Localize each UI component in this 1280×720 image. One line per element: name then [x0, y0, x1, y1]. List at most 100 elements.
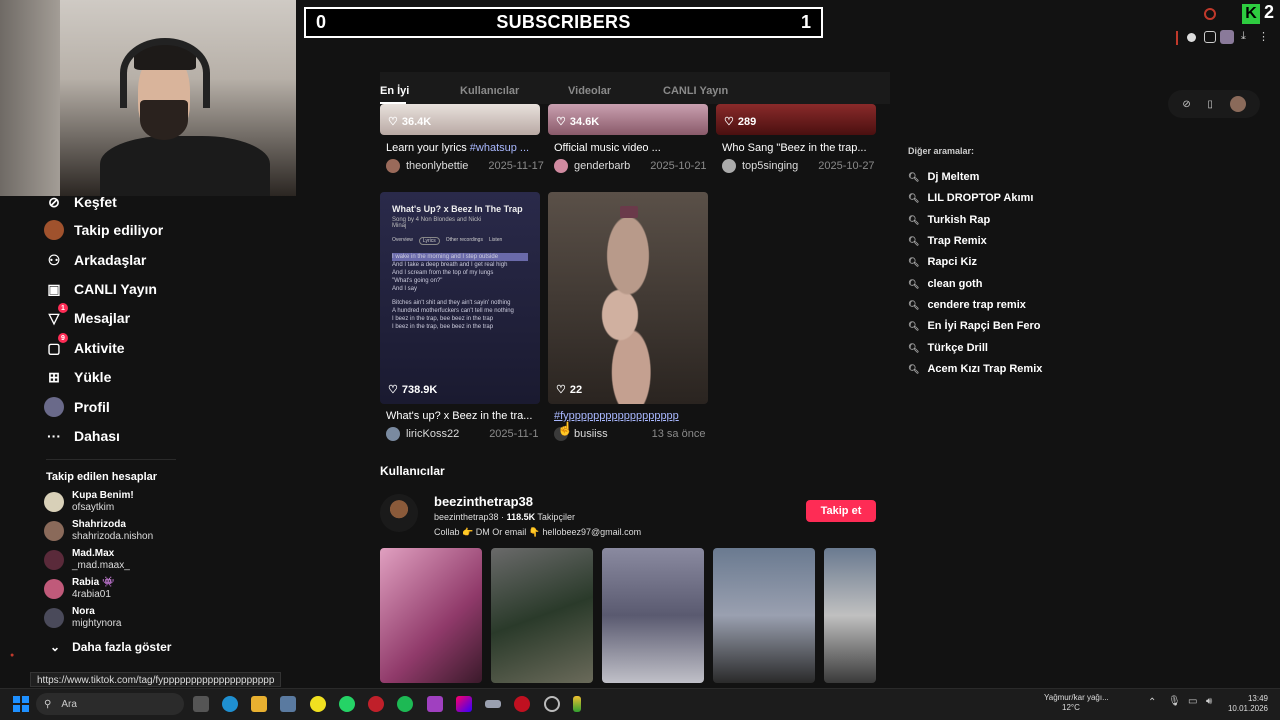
opera-icon[interactable] — [514, 696, 530, 712]
other-search-item[interactable]: 🔍︎ En İyi Rapçi Ben Fero — [908, 320, 1041, 332]
app-icon[interactable] — [427, 696, 443, 712]
lyric-line: And I scream from the top of my lungs — [392, 270, 494, 276]
user-video-thumbnail[interactable] — [824, 548, 876, 683]
sidebar-item-live[interactable]: ▣ CANLI Yayın — [44, 279, 157, 299]
video-meta[interactable]: theonlybettie 2025-11-17 — [386, 159, 544, 173]
video-card[interactable]: ♡ 36.4K Learn your lyrics #whatsup ... th… — [380, 104, 544, 176]
sidebar-item-messages[interactable]: ▽ 1 Mesajlar — [44, 303, 130, 328]
other-searches-heading: Diğer aramalar: — [908, 146, 975, 156]
whatsapp-icon[interactable] — [339, 696, 355, 712]
like-count: ♡ 34.6K — [556, 115, 600, 129]
following-account[interactable]: Shahrizoda shahrizoda.nishon — [44, 519, 153, 543]
other-search-item[interactable]: 🔍︎ Dj Meltem — [908, 171, 979, 183]
other-search-item[interactable]: 🔍︎ Rapci Kiz — [908, 256, 977, 268]
user-video-thumbnail[interactable] — [602, 548, 704, 683]
video-caption[interactable]: #fypppppppppppppppppp — [554, 410, 708, 422]
sidebar-item-upload[interactable]: ⊞ Yükle — [44, 367, 111, 387]
video-meta[interactable]: busiiss 13 sa önce — [554, 427, 705, 441]
microphone-icon[interactable]: 🎙︎ — [1168, 696, 1181, 707]
avatar[interactable] — [380, 494, 418, 532]
sidebar-item-friends[interactable]: ⚇ Arkadaşlar — [44, 250, 147, 270]
tray-chevron-icon[interactable]: ⌃ — [1148, 697, 1156, 708]
compass-icon[interactable]: ⊘ — [1182, 99, 1190, 110]
corner-indicator-icon: ● — [10, 652, 15, 659]
tab-users[interactable]: Kullanıcılar — [460, 85, 519, 97]
other-search-item[interactable]: 🔍︎ Acem Kızı Trap Remix — [908, 363, 1042, 375]
other-search-item[interactable]: 🔍︎ Türkçe Drill — [908, 342, 988, 354]
activity-badge: 9 — [58, 333, 68, 343]
app-icon[interactable] — [544, 696, 560, 712]
user-video-thumbnail[interactable] — [713, 548, 815, 683]
avatar — [44, 492, 64, 512]
tab-top[interactable]: En İyi — [380, 85, 409, 97]
following-account[interactable]: Kupa Benim! ofsaytkim — [44, 490, 134, 514]
following-account[interactable]: Rabia 👾 4rabia01 — [44, 577, 114, 601]
lyric-line: A hundred motherfuckers can't tell me no… — [392, 308, 514, 314]
extension-icon[interactable] — [1204, 31, 1216, 43]
phone-icon[interactable]: ▯ — [1207, 99, 1213, 110]
video-caption[interactable]: What's up? x Beez in the tra... — [386, 410, 540, 422]
following-heading: Takip edilen hesaplar — [46, 471, 158, 483]
tab-live[interactable]: CANLI Yayın — [663, 85, 728, 97]
user-video-thumbnail[interactable] — [380, 548, 482, 683]
taskbar-clock[interactable]: 13:49 10.01.2026 — [1226, 694, 1268, 714]
video-meta[interactable]: genderbarb 2025-10-21 — [554, 159, 707, 173]
keyboard-icon[interactable] — [485, 700, 501, 708]
video-meta[interactable]: liricKoss22 2025-11-1 — [386, 427, 539, 441]
taskbar-search[interactable]: ⚲ Ara — [36, 693, 184, 715]
video-caption[interactable]: Official music video ... — [554, 142, 708, 154]
profile-avatar-icon[interactable] — [1220, 30, 1234, 44]
app-icon[interactable] — [573, 696, 581, 712]
show-more-following[interactable]: ⌄ Daha fazla göster — [50, 640, 171, 654]
sidebar-item-more[interactable]: ··· Dahası — [44, 426, 120, 446]
search-icon: 🔍︎ — [908, 192, 920, 203]
windows-start-icon[interactable] — [13, 696, 29, 712]
video-thumbnail[interactable] — [548, 192, 708, 404]
other-search-item[interactable]: 🔍︎ clean goth — [908, 278, 982, 290]
like-count: ♡ 22 — [556, 383, 583, 397]
file-explorer-icon[interactable] — [251, 696, 267, 712]
video-thumbnail[interactable]: What's Up? x Beez In The Trap Song by 4 … — [380, 192, 540, 404]
other-search-item[interactable]: 🔍︎ Turkish Rap — [908, 214, 990, 226]
user-video-thumbnail[interactable] — [491, 548, 593, 683]
follow-button[interactable]: Takip et — [806, 500, 876, 522]
sidebar-item-kesfet[interactable]: ⊘ Keşfet — [44, 192, 117, 212]
figma-icon[interactable] — [456, 696, 472, 712]
recording-indicator — [1176, 31, 1178, 45]
other-search-item[interactable]: 🔍︎ cendere trap remix — [908, 299, 1026, 311]
edge-icon[interactable] — [222, 696, 238, 712]
snapchat-icon[interactable] — [310, 696, 326, 712]
video-caption[interactable]: Learn your lyrics #whatsup ... — [386, 142, 540, 154]
video-caption[interactable]: Who Sang "Beez in the trap... — [722, 142, 876, 154]
sidebar-item-profile[interactable]: Profil — [44, 397, 110, 417]
record-icon[interactable] — [1187, 33, 1196, 42]
task-view-icon[interactable] — [193, 696, 209, 712]
video-card[interactable]: What's Up? x Beez In The Trap Song by 4 … — [380, 192, 540, 444]
other-search-item[interactable]: 🔍︎ Trap Remix — [908, 235, 987, 247]
search-icon[interactable] — [1204, 8, 1216, 20]
following-account[interactable]: Mad.Max _mad.maax_ — [44, 548, 130, 572]
avatar[interactable] — [1229, 96, 1246, 112]
network-icon[interactable]: ▭ — [1188, 696, 1197, 707]
lyric-tab: Other recordings — [445, 237, 483, 243]
spotify-icon[interactable] — [397, 696, 413, 712]
sidebar-item-activity[interactable]: ▢ 9 Aktivite — [44, 333, 125, 358]
following-account[interactable]: Nora mightynora — [44, 606, 121, 630]
weather-widget[interactable]: Yağmur/kar yağı... 12°C — [1044, 693, 1109, 713]
subscriber-title: SUBSCRIBERS — [496, 12, 631, 32]
video-card[interactable]: ♡ 22 #fypppppppppppppppppp busiiss 13 sa ö… — [548, 192, 708, 444]
tab-videos[interactable]: Videolar — [568, 85, 611, 97]
video-card[interactable]: ♡ 34.6K Official music video ... genderba… — [548, 104, 708, 176]
status-url: https://www.tiktok.com/tag/fyppppppppppp… — [30, 672, 282, 687]
user-name[interactable]: beezinthetrap38 — [434, 494, 533, 509]
menu-icon[interactable]: ⋮ — [1258, 30, 1269, 43]
download-icon[interactable]: ⤓ — [1241, 30, 1246, 43]
volume-icon[interactable]: 🔊︎ — [1206, 696, 1212, 707]
settings-icon[interactable] — [280, 696, 296, 712]
other-search-item[interactable]: 🔍︎ LIL DROPTOP Akımı — [908, 192, 1033, 204]
obs-icon[interactable] — [368, 696, 384, 712]
sidebar-item-following[interactable]: Takip ediliyor — [44, 220, 163, 240]
video-card[interactable]: ♡ 289 Who Sang "Beez in the trap... top5s… — [716, 104, 876, 176]
video-meta[interactable]: top5singing 2025-10-27 — [722, 159, 875, 173]
search-icon: 🔍︎ — [908, 278, 920, 289]
